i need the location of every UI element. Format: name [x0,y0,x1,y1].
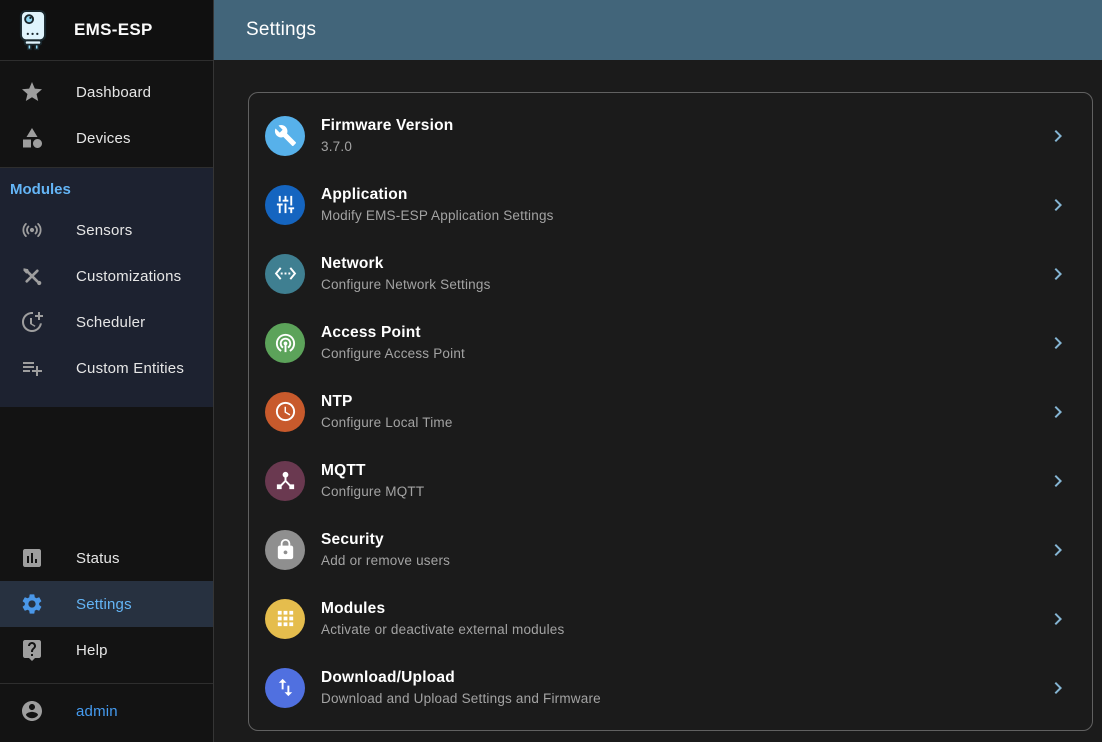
item-title: Network [321,255,491,273]
wrench-icon [265,116,305,156]
signed-in-user: admin [76,703,118,720]
item-title: Access Point [321,324,465,342]
sidebar-item-settings[interactable]: Settings [0,581,213,627]
sidebar-nav-bottom: Status Settings Help [0,535,213,673]
ems-esp-app: EMS-ESP Dashboard Devices Modules [0,0,1102,742]
sidebar-item-customizations[interactable]: Customizations [0,253,213,299]
chevron-right-icon [1046,400,1070,424]
playlist-add-icon [20,356,44,380]
item-title: Application [321,186,554,204]
chevron-right-icon [1046,331,1070,355]
sidebar-item-label: Status [76,550,120,567]
list-item-access-point[interactable]: Access Point Configure Access Point [249,308,1092,377]
sidebar-item-sensors[interactable]: Sensors [0,207,213,253]
more-time-icon [20,310,44,334]
list-item-network[interactable]: Network Configure Network Settings [249,239,1092,308]
chevron-right-icon [1046,124,1070,148]
construction-icon [20,264,44,288]
main-area: Settings Firmware Version 3.7.0 [214,0,1102,742]
sidebar-item-label: Settings [76,596,132,613]
app-title: EMS-ESP [74,20,153,40]
item-subtitle: Activate or deactivate external modules [321,622,564,637]
wifi-tethering-icon [265,323,305,363]
sidebar-header: EMS-ESP [0,0,213,61]
sidebar-item-label: Devices [76,130,131,147]
item-title: Security [321,531,450,549]
item-subtitle: 3.7.0 [321,139,453,154]
item-subtitle: Configure MQTT [321,484,424,499]
sidebar-item-dashboard[interactable]: Dashboard [0,69,213,115]
chevron-right-icon [1046,538,1070,562]
item-subtitle: Configure Access Point [321,346,465,361]
item-subtitle: Configure Network Settings [321,277,491,292]
lock-icon [265,530,305,570]
content-area: Firmware Version 3.7.0 Application Modif… [214,60,1102,742]
clock-icon [265,392,305,432]
sidebar-item-label: Customizations [76,268,181,285]
item-subtitle: Modify EMS-ESP Application Settings [321,208,554,223]
device-hub-icon [265,461,305,501]
chevron-right-icon [1046,469,1070,493]
category-icon [20,126,44,150]
sidebar-item-label: Dashboard [76,84,151,101]
settings-ethernet-icon [265,254,305,294]
list-item-firmware-version[interactable]: Firmware Version 3.7.0 [249,101,1092,170]
page-title: Settings [246,19,316,41]
list-item-application[interactable]: Application Modify EMS-ESP Application S… [249,170,1092,239]
sidebar-item-help[interactable]: Help [0,627,213,673]
star-icon [20,80,44,104]
modules-section-heading: Modules [0,168,213,207]
sidebar-item-label: Help [76,642,108,659]
item-subtitle: Configure Local Time [321,415,453,430]
chevron-right-icon [1046,193,1070,217]
sidebar-item-label: Custom Entities [76,360,184,377]
boiler-logo-icon [14,9,52,51]
apps-grid-icon [265,599,305,639]
sidebar-item-devices[interactable]: Devices [0,115,213,161]
list-item-mqtt[interactable]: MQTT Configure MQTT [249,446,1092,515]
sensors-icon [20,218,44,242]
chevron-right-icon [1046,607,1070,631]
assessment-icon [20,546,44,570]
tune-icon [265,185,305,225]
account-circle-icon [20,699,44,723]
item-title: Download/Upload [321,669,601,687]
live-help-icon [20,638,44,662]
list-item-security[interactable]: Security Add or remove users [249,515,1092,584]
item-subtitle: Download and Upload Settings and Firmwar… [321,691,601,706]
sidebar: EMS-ESP Dashboard Devices Modules [0,0,214,742]
item-title: Firmware Version [321,117,453,135]
sidebar-item-label: Scheduler [76,314,145,331]
sidebar-item-status[interactable]: Status [0,535,213,581]
sidebar-nav-top: Dashboard Devices [0,61,213,167]
sidebar-user-section: admin [0,683,213,742]
sidebar-item-scheduler[interactable]: Scheduler [0,299,213,345]
chevron-right-icon [1046,262,1070,286]
topbar: Settings [214,0,1102,60]
list-item-download-upload[interactable]: Download/Upload Download and Upload Sett… [249,653,1092,722]
sidebar-item-label: Sensors [76,222,132,239]
list-item-ntp[interactable]: NTP Configure Local Time [249,377,1092,446]
import-export-icon [265,668,305,708]
sidebar-item-admin[interactable]: admin [0,688,213,734]
settings-card: Firmware Version 3.7.0 Application Modif… [248,92,1093,731]
gear-icon [20,592,44,616]
settings-list: Firmware Version 3.7.0 Application Modif… [249,101,1092,722]
sidebar-modules-section: Modules Sensors [0,167,213,407]
chevron-right-icon [1046,676,1070,700]
list-item-modules[interactable]: Modules Activate or deactivate external … [249,584,1092,653]
item-title: MQTT [321,462,424,480]
item-title: Modules [321,600,564,618]
item-title: NTP [321,393,453,411]
sidebar-item-custom-entities[interactable]: Custom Entities [0,345,213,391]
item-subtitle: Add or remove users [321,553,450,568]
